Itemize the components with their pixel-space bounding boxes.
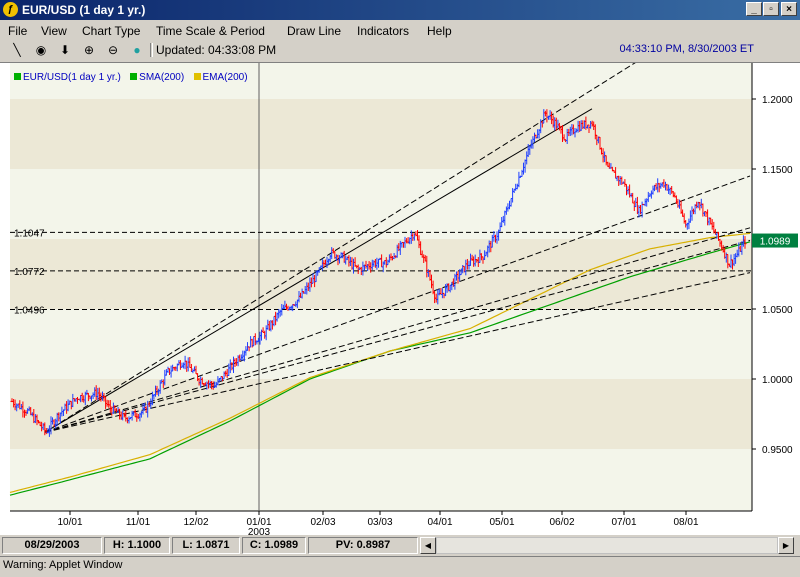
menu-draw-line[interactable]: Draw Line	[287, 24, 341, 38]
last-price-label: 1.0989	[760, 237, 791, 248]
y-tick-label: 0.9500	[762, 445, 793, 456]
y-tick-label: 1.0000	[762, 375, 793, 386]
status-date: 08/29/2003	[2, 537, 102, 554]
x-tick-label: 02/03	[310, 517, 335, 528]
menu-chart-type[interactable]: Chart Type	[82, 24, 140, 38]
chart-area[interactable]: EUR/USD(1 day 1 yr.) SMA(200) EMA(200) 1…	[0, 62, 800, 535]
plot-band	[10, 99, 752, 169]
refresh-icon[interactable]: ●	[128, 42, 146, 58]
scroll-right-icon[interactable]: ▶	[778, 537, 794, 554]
legend: EUR/USD(1 day 1 yr.) SMA(200) EMA(200)	[14, 69, 248, 83]
title-bar: ƒ EUR/USD (1 day 1 yr.) _ ▫ ×	[0, 0, 800, 20]
year-label: 2003	[248, 527, 271, 535]
level-label: 1.0772	[14, 267, 45, 278]
window-title: EUR/USD (1 day 1 yr.)	[22, 3, 146, 17]
scroll-left-icon[interactable]: ◀	[420, 537, 436, 554]
status-close: C: 1.0989	[242, 537, 306, 554]
zoom-in-icon[interactable]: ⊕	[80, 42, 98, 58]
x-tick-label: 08/01	[673, 517, 698, 528]
x-tick-label: 05/01	[489, 517, 514, 528]
menu-help[interactable]: Help	[427, 24, 452, 38]
x-tick-label: 12/02	[183, 517, 208, 528]
status-high: H: 1.1000	[104, 537, 170, 554]
status-bar: 08/29/2003 H: 1.1000 L: 1.0871 C: 1.0989…	[0, 536, 800, 556]
menu-indicators[interactable]: Indicators	[357, 24, 409, 38]
crosshair-tool-icon[interactable]: ◉	[32, 42, 50, 58]
menu-view[interactable]: View	[41, 24, 67, 38]
price-chart[interactable]: 1.20001.15001.10001.05001.00000.950010/0…	[0, 63, 800, 535]
app-icon: ƒ	[3, 2, 18, 17]
x-tick-label: 10/01	[57, 517, 82, 528]
x-tick-label: 11/01	[126, 517, 151, 528]
applet-warning: Warning: Applet Window	[0, 556, 800, 577]
menu-bar: File View Chart Type Time Scale & Period…	[0, 21, 800, 40]
level-label: 1.1047	[14, 228, 45, 239]
x-tick-label: 04/01	[427, 517, 452, 528]
menu-file[interactable]: File	[8, 24, 27, 38]
minimize-button[interactable]: _	[746, 2, 762, 16]
down-arrow-tool-icon[interactable]: ⬇	[56, 42, 74, 58]
horizontal-scrollbar[interactable]	[436, 537, 778, 554]
current-datetime: 04:33:10 PM, 8/30/2003 ET	[619, 43, 754, 55]
restore-button[interactable]: ▫	[763, 2, 779, 16]
updated-time: Updated: 04:33:08 PM	[156, 43, 277, 57]
close-button[interactable]: ×	[781, 2, 797, 16]
menu-time-scale[interactable]: Time Scale & Period	[156, 24, 265, 38]
toolbar: ╲ ◉ ⬇ ⊕ ⊖ ● Updated: 04:33:08 PM 04:33:1…	[0, 40, 800, 60]
status-low: L: 1.0871	[172, 537, 240, 554]
status-pv: PV: 0.8987	[308, 537, 418, 554]
legend-item-sma: SMA(200)	[130, 72, 184, 83]
draw-line-tool-icon[interactable]: ╲	[8, 42, 26, 58]
y-tick-label: 1.2000	[762, 95, 793, 106]
toolbar-separator	[150, 43, 153, 57]
x-tick-label: 07/01	[611, 517, 636, 528]
y-tick-label: 1.0500	[762, 305, 793, 316]
legend-item-ema: EMA(200)	[193, 72, 248, 83]
legend-item-pair: EUR/USD(1 day 1 yr.)	[14, 72, 121, 83]
x-tick-label: 06/02	[549, 517, 574, 528]
y-tick-label: 1.1500	[762, 165, 793, 176]
x-tick-label: 03/03	[367, 517, 392, 528]
level-label: 1.0496	[14, 306, 45, 317]
warning-text: Warning: Applet Window	[3, 559, 123, 571]
zoom-out-icon[interactable]: ⊖	[104, 42, 122, 58]
